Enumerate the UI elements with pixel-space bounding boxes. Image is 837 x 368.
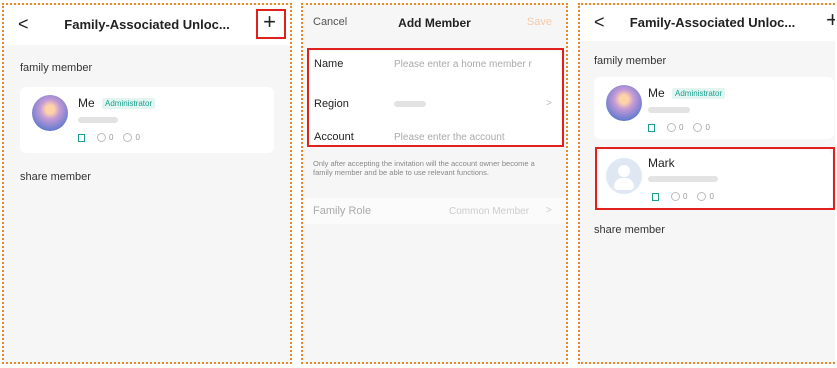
family-list-updated-screen: < Family-Associated Unloc... + family me… — [578, 3, 835, 364]
book-icon — [78, 133, 85, 142]
card-icon — [123, 133, 133, 143]
avatar — [606, 85, 642, 121]
chevron-right-icon: > — [546, 205, 552, 216]
role-label: Family Role — [313, 205, 372, 217]
member-stats: 00 — [78, 133, 140, 143]
highlight-box — [307, 48, 564, 147]
add-member-icon[interactable]: + — [826, 7, 835, 33]
page-title: Family-Associated Unloc... — [629, 15, 796, 30]
header: Cancel Add Member Save — [303, 5, 566, 41]
header: < Family-Associated Unloc... + — [580, 5, 835, 41]
family-list-screen: < Family-Associated Unloc... + family me… — [2, 3, 292, 364]
member-name: Me — [78, 96, 95, 110]
family-role-row[interactable]: Family Role Common Member > — [303, 198, 566, 224]
fingerprint-icon — [97, 133, 106, 143]
add-member-screen: Cancel Add Member Save Name Please enter… — [301, 3, 568, 364]
share-section-label: share member — [594, 224, 665, 236]
page-title: Family-Associated Unloc... — [64, 17, 230, 32]
highlight-box — [595, 147, 835, 210]
admin-badge: Administrator — [102, 98, 156, 109]
member-card-me[interactable]: Me Administrator 00 — [594, 77, 834, 139]
fingerprint-icon — [667, 123, 676, 133]
header: < Family-Associated Unloc... + — [4, 5, 290, 45]
account-blurred — [648, 107, 690, 113]
member-stats: 00 — [648, 123, 710, 133]
family-section-label: family member — [594, 55, 667, 67]
role-value: Common Member — [449, 206, 530, 217]
avatar — [32, 95, 68, 131]
member-card-me[interactable]: Me Administrator 00 — [20, 87, 274, 153]
family-section-label: family member — [20, 62, 93, 74]
highlight-box — [256, 9, 286, 39]
share-section-label: share member — [20, 171, 91, 183]
save-button[interactable]: Save — [527, 16, 552, 28]
book-icon — [648, 123, 655, 132]
member-name: Me — [648, 86, 665, 100]
admin-badge: Administrator — [672, 88, 726, 99]
invitation-note: Only after accepting the invitation will… — [313, 159, 535, 177]
account-blurred — [78, 117, 118, 123]
card-icon — [693, 123, 703, 133]
